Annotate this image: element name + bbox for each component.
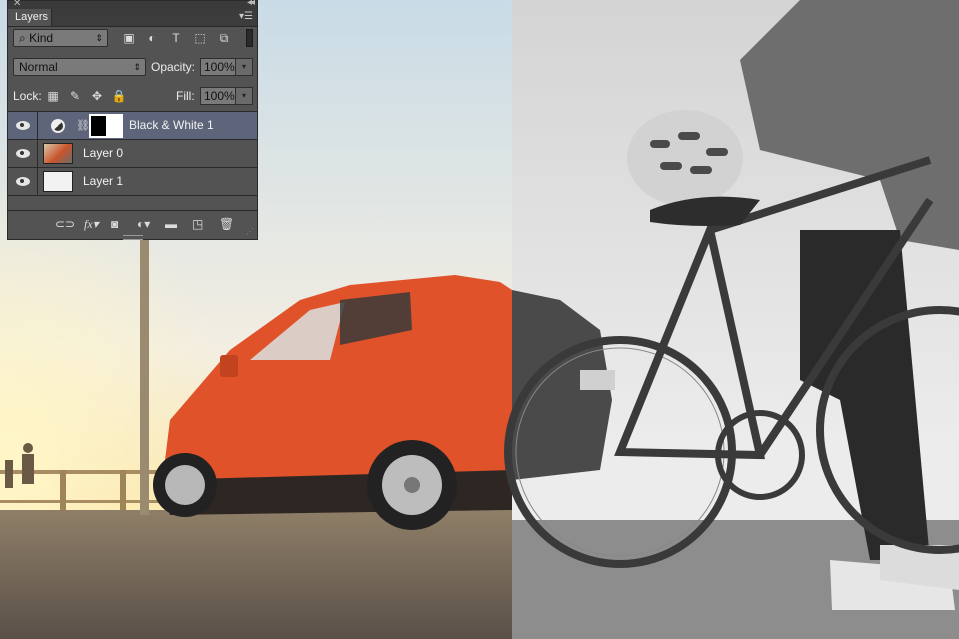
- layer-thumbnail[interactable]: [43, 171, 73, 192]
- search-icon: ⌕: [19, 31, 26, 45]
- lock-transparent-pixels-icon[interactable]: ▦: [46, 89, 60, 103]
- panel-tabbar: Layers ▾☰: [8, 9, 257, 27]
- filter-toggle-switch[interactable]: [246, 29, 253, 47]
- layer-name[interactable]: Black & White 1: [129, 112, 214, 139]
- layer-mask-thumbnail[interactable]: [89, 114, 123, 138]
- mask-link-icon[interactable]: ⛓: [76, 119, 90, 132]
- resize-grip-icon[interactable]: ⋰: [246, 227, 254, 236]
- visibility-toggle[interactable]: [8, 168, 38, 195]
- collapse-panel-icon[interactable]: ◂◂: [247, 0, 255, 8]
- pixel-filter-icon[interactable]: ▣: [122, 31, 136, 45]
- layer-row-layer-0[interactable]: Layer 0: [8, 140, 257, 168]
- layer-thumbnail[interactable]: [43, 143, 73, 164]
- fill-field[interactable]: 100%: [200, 87, 236, 105]
- new-adjustment-icon[interactable]: ◐▾: [137, 217, 150, 231]
- shape-filter-icon[interactable]: ⬚: [193, 31, 207, 45]
- panel-menu-icon[interactable]: ▾☰: [239, 11, 253, 22]
- fill-label: Fill:: [176, 89, 195, 103]
- opacity-dropdown-button[interactable]: ▾: [236, 58, 253, 76]
- eye-icon: [15, 121, 30, 130]
- lock-position-icon[interactable]: ✥: [90, 89, 104, 103]
- lock-image-pixels-icon[interactable]: ✎: [68, 89, 82, 103]
- new-group-icon[interactable]: ▬: [165, 217, 177, 231]
- type-filter-icon[interactable]: T: [169, 31, 183, 45]
- tab-layers[interactable]: Layers: [8, 9, 52, 26]
- lock-label: Lock:: [13, 89, 42, 103]
- filter-kind-select[interactable]: ⌕ Kind ⇕: [13, 29, 108, 47]
- lock-all-icon[interactable]: 🔒: [112, 89, 127, 103]
- fx-icon[interactable]: fx▾: [84, 217, 99, 232]
- eye-icon: [15, 177, 30, 186]
- layers-panel: ✕ ◂◂ Layers ▾☰ ⌕ Kind ⇕ ▣ ◐ T ⬚ ⧉ Normal…: [7, 0, 258, 240]
- close-panel-icon[interactable]: ✕: [13, 0, 21, 9]
- delete-layer-icon[interactable]: 🗑: [219, 217, 234, 231]
- visibility-toggle[interactable]: [8, 140, 38, 167]
- panel-title-strip[interactable]: ✕ ◂◂: [8, 0, 257, 9]
- layer-row-black-white-1[interactable]: ⛓ Black & White 1: [8, 112, 257, 140]
- new-layer-icon[interactable]: ◳: [192, 217, 203, 231]
- opacity-label: Opacity:: [151, 60, 196, 74]
- add-mask-icon[interactable]: ◙: [111, 217, 118, 231]
- panel-footer: ⊂⊃ fx▾ ◙ ◐▾ ▬ ◳ 🗑 ⋰: [8, 210, 257, 240]
- filter-kind-label: Kind: [29, 31, 54, 45]
- blend-mode-select[interactable]: Normal ⇕: [13, 58, 146, 76]
- eye-icon: [15, 149, 30, 158]
- adjustment-filter-icon[interactable]: ◐: [145, 31, 159, 45]
- adjustment-layer-icon: [51, 119, 65, 133]
- layer-name[interactable]: Layer 1: [83, 168, 123, 195]
- opacity-field[interactable]: 100%: [200, 58, 236, 76]
- visibility-toggle[interactable]: [8, 112, 38, 139]
- fill-dropdown-button[interactable]: ▾: [236, 87, 253, 105]
- blend-mode-value: Normal: [19, 60, 58, 74]
- chevron-updown-icon: ⇕: [133, 62, 141, 72]
- layer-name[interactable]: Layer 0: [83, 140, 123, 167]
- smart-object-filter-icon[interactable]: ⧉: [217, 31, 231, 45]
- layers-list: ⛓ Black & White 1 Layer 0 Layer 1: [8, 111, 257, 196]
- link-layers-icon[interactable]: ⊂⊃: [55, 217, 75, 231]
- fx-label: fx: [84, 217, 93, 231]
- layer-row-layer-1[interactable]: Layer 1: [8, 168, 257, 196]
- chevron-updown-icon: ⇕: [95, 33, 103, 43]
- panel-resize-handle[interactable]: [123, 235, 143, 240]
